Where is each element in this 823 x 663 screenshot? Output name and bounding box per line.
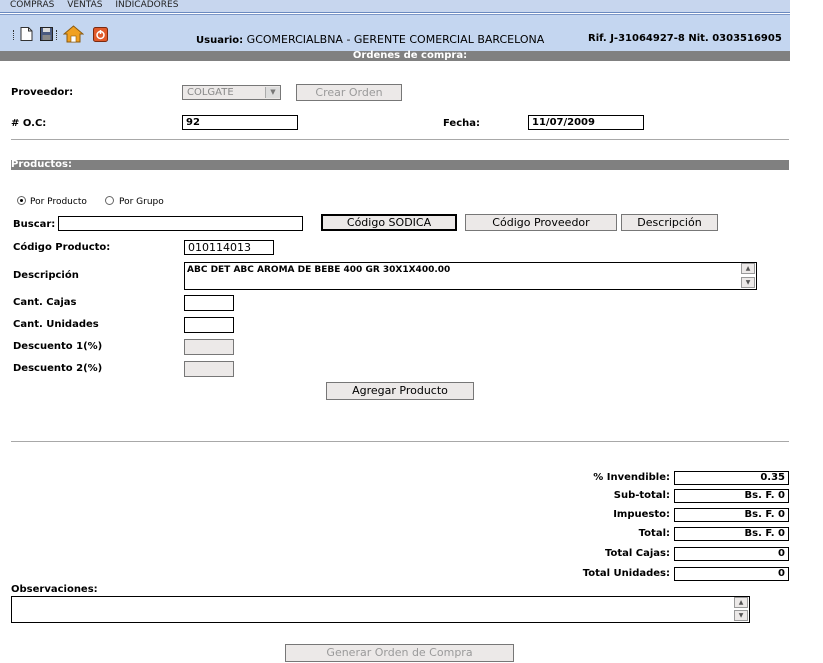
power-icon[interactable]: [93, 27, 108, 42]
codigo-sodica-button[interactable]: Código SODICA: [321, 214, 457, 231]
cant-cajas-input[interactable]: [184, 295, 234, 311]
descuento1-input[interactable]: [184, 339, 234, 355]
scroll-up-icon[interactable]: ▲: [734, 597, 748, 608]
subtotal-value: Bs. F. 0: [674, 489, 789, 503]
productos-title: Productos:: [11, 160, 789, 170]
codigo-producto-input[interactable]: 010114013: [184, 240, 274, 255]
impuesto-value: Bs. F. 0: [674, 508, 789, 522]
rif-nit: Rif. J-31064927-8 Nit. 0303516905: [588, 33, 782, 44]
descuento2-label: Descuento 2(%): [13, 363, 103, 374]
cant-unidades-label: Cant. Unidades: [13, 319, 99, 330]
proveedor-label: Proveedor:: [11, 87, 74, 98]
fecha-input[interactable]: 11/07/2009: [528, 115, 644, 130]
codigo-producto-label: Código Producto:: [13, 242, 111, 253]
subtotal-label: Sub-total:: [613, 490, 670, 501]
home-icon[interactable]: [63, 25, 84, 43]
menu-ventas[interactable]: VENTAS: [67, 1, 102, 10]
total-unidades-label: Total Unidades:: [582, 568, 670, 579]
radio-por-producto[interactable]: [17, 196, 26, 205]
fecha-label: Fecha:: [443, 118, 481, 129]
chevron-down-icon[interactable]: ▼: [265, 87, 280, 98]
descripcion-value: ABC DET ABC AROMA DE BEBE 400 GR 30X1X40…: [187, 265, 451, 275]
descuento2-input[interactable]: [184, 361, 234, 377]
descuento1-label: Descuento 1(%): [13, 341, 103, 352]
descripcion-textarea[interactable]: ABC DET ABC AROMA DE BEBE 400 GR 30X1X40…: [184, 262, 757, 290]
total-value: Bs. F. 0: [674, 527, 789, 541]
scroll-up-icon[interactable]: ▲: [741, 263, 755, 274]
total-cajas-label: Total Cajas:: [604, 548, 670, 559]
cant-cajas-label: Cant. Cajas: [13, 297, 77, 308]
menu-indicadores[interactable]: INDICADORES: [115, 1, 178, 10]
total-unidades-value: 0: [674, 567, 789, 581]
cant-unidades-input[interactable]: [184, 317, 234, 333]
invendible-value: 0.35: [674, 471, 789, 485]
divider: [11, 441, 789, 442]
buscar-label: Buscar:: [13, 219, 56, 230]
page-title: Ordenes de compra:: [0, 51, 790, 61]
agregar-producto-button[interactable]: Agregar Producto: [326, 382, 474, 400]
descripcion-label: Descripción: [13, 270, 79, 281]
save-icon[interactable]: [40, 27, 53, 41]
buscar-input[interactable]: [58, 216, 303, 231]
user-info: Usuario: GCOMERCIALBNA - GERENTE COMERCI…: [196, 33, 544, 46]
observaciones-label: Observaciones:: [11, 584, 98, 595]
observaciones-textarea[interactable]: [11, 596, 750, 623]
radio-por-grupo[interactable]: [105, 196, 114, 205]
divider: [11, 139, 789, 140]
oc-input[interactable]: 92: [182, 115, 298, 130]
toolbar-separator: [56, 30, 59, 40]
crear-orden-button[interactable]: Crear Orden: [296, 84, 402, 101]
top-menu: COMPRAS VENTAS INDICADORES: [0, 0, 790, 13]
toolbar-grip-icon: [13, 30, 16, 40]
generar-orden-button[interactable]: Generar Orden de Compra: [285, 644, 514, 662]
oc-label: # O.C:: [11, 118, 47, 129]
new-document-icon[interactable]: [20, 27, 33, 41]
radio-por-producto-label: Por Producto: [30, 197, 87, 207]
invendible-label: % Invendible:: [593, 472, 670, 483]
user-label: Usuario:: [196, 35, 244, 46]
impuesto-label: Impuesto:: [613, 509, 670, 520]
total-label: Total:: [638, 528, 670, 539]
total-cajas-value: 0: [674, 547, 789, 561]
user-value: GCOMERCIALBNA - GERENTE COMERCIAL BARCEL…: [246, 33, 545, 46]
radio-por-grupo-label: Por Grupo: [119, 197, 164, 207]
menu-compras[interactable]: COMPRAS: [10, 1, 54, 10]
proveedor-selected: COLGATE: [187, 87, 234, 98]
scroll-down-icon[interactable]: ▼: [734, 610, 748, 621]
codigo-proveedor-button[interactable]: Código Proveedor: [465, 214, 617, 231]
scroll-down-icon[interactable]: ▼: [741, 277, 755, 288]
descripcion-button[interactable]: Descripción: [621, 214, 718, 231]
